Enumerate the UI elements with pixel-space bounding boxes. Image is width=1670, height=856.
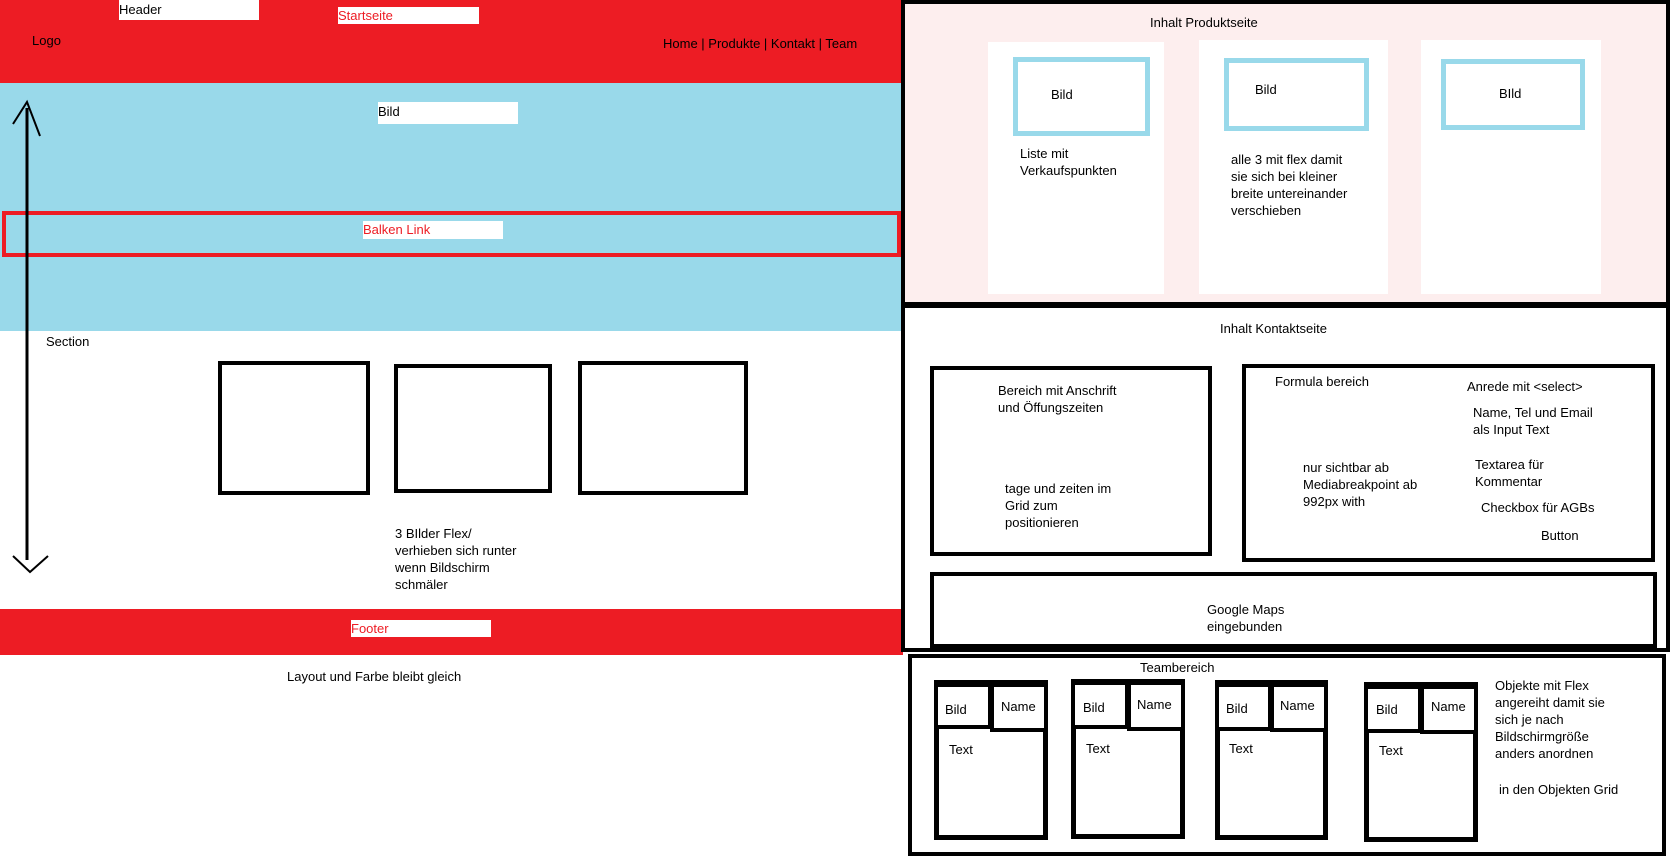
startseite-label: Startseite (338, 7, 479, 24)
form-textarea: Textarea für Kommentar (1475, 457, 1544, 489)
team-card-name: Name (1001, 699, 1036, 714)
form-title: Formula bereich (1275, 374, 1369, 389)
produkt-card-image-label: BIld (1499, 86, 1522, 101)
hero-image-label: Bild (378, 102, 518, 124)
produkt-card-image (1013, 57, 1150, 136)
produkt-card-text: Liste mit Verkaufspunkten (1020, 146, 1117, 178)
produkt-card-image-label: Bild (1051, 87, 1073, 102)
team-card-name: Name (1137, 697, 1172, 712)
layout-note: Layout und Farbe bleibt gleich (287, 669, 462, 684)
balken-link-label: Balken Link (363, 221, 503, 239)
team-card-text: Text (1229, 741, 1253, 756)
team-card-name: Name (1431, 699, 1466, 714)
section-image-box (578, 361, 748, 495)
team-card-image-label: Bild (1083, 700, 1105, 715)
team-note: Objekte mit Flex angereiht damit sie sic… (1495, 678, 1605, 761)
team-card-name: Name (1280, 698, 1315, 713)
form-button: Button (1541, 528, 1579, 543)
section-label: Section (46, 334, 90, 349)
section-image-box (394, 364, 552, 493)
team-note-grid: in den Objekten Grid (1499, 782, 1619, 797)
nav-links[interactable]: Home | Produkte | Kontakt | Team (663, 35, 857, 52)
form-visibility-note: nur sichtbar ab Mediabreakpoint ab 992px… (1303, 460, 1418, 509)
address-text: Bereich mit Anschrift und Öffungszeiten (998, 383, 1117, 415)
footer-label: Footer (351, 620, 491, 637)
maps-box (930, 572, 1657, 648)
team-title: Teambereich (1140, 660, 1215, 675)
form-inputs: Name, Tel und Email als Input Text (1473, 405, 1593, 437)
maps-text: Google Maps eingebunden (1207, 602, 1285, 634)
produkt-title: Inhalt Produktseite (1150, 15, 1258, 30)
address-grid-text: tage und zeiten im Grid zum positioniere… (1005, 481, 1112, 530)
produkt-card-text: alle 3 mit flex damit sie sich bei klein… (1231, 152, 1348, 218)
flex-note: 3 BIlder Flex/ verhieben sich runter wen… (395, 526, 517, 592)
form-checkbox: Checkbox für AGBs (1481, 500, 1595, 515)
team-card-image-label: Bild (945, 702, 967, 717)
logo: Logo (32, 33, 61, 48)
produkt-card-image-label: Bild (1255, 82, 1277, 97)
section-image-box (218, 361, 370, 495)
team-card-text: Text (949, 742, 973, 757)
team-card-text: Text (1086, 741, 1110, 756)
kontakt-title: Inhalt Kontaktseite (1220, 321, 1327, 336)
header-label: Header (119, 0, 259, 20)
produkt-card-image (1224, 58, 1369, 131)
team-card-text: Text (1379, 743, 1403, 758)
team-card-image-label: Bild (1376, 702, 1398, 717)
form-anrede: Anrede mit <select> (1467, 379, 1583, 394)
team-card-image-label: Bild (1226, 701, 1248, 716)
